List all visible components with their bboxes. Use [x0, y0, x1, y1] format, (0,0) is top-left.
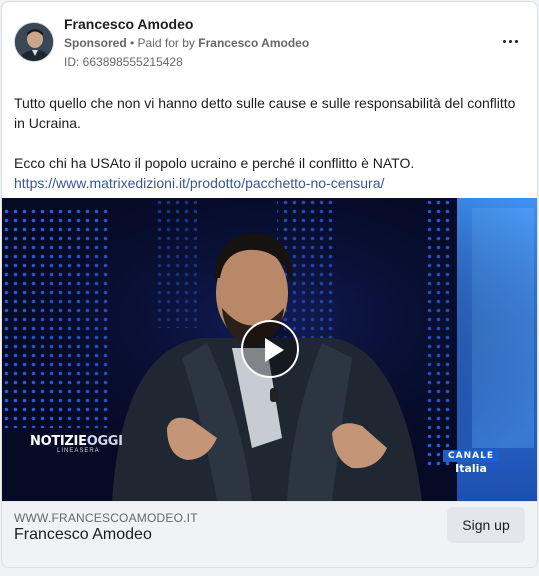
channel-logo-top: CANALE — [443, 450, 499, 462]
post-paragraph-1: Tutto quello che non vi hanno detto sull… — [14, 95, 516, 131]
channel-logo-bottom: Italia — [455, 462, 487, 475]
post-link[interactable]: https://www.matrixedizioni.it/prodotto/p… — [14, 175, 384, 191]
avatar[interactable] — [14, 22, 54, 62]
show-logo-part1: NOTIZIE — [30, 434, 87, 449]
more-options-icon[interactable] — [497, 30, 523, 52]
show-logo: NOTIZIEOGGI — [30, 434, 123, 449]
ad-card: Francesco Amodeo Sponsored • Paid for by… — [1, 1, 538, 568]
sign-up-button[interactable]: Sign up — [447, 507, 525, 543]
link-domain: WWW.FRANCESCOAMODEO.IT — [14, 511, 198, 525]
link-footer[interactable]: WWW.FRANCESCOAMODEO.IT Francesco Amodeo … — [2, 501, 537, 567]
page-name[interactable]: Francesco Amodeo — [64, 16, 193, 32]
paid-for-prefix: • Paid for by — [130, 36, 195, 50]
ad-header: Francesco Amodeo Sponsored • Paid for by… — [2, 2, 537, 78]
post-paragraph-2: Ecco chi ha USAto il popolo ucraino e pe… — [14, 155, 415, 171]
sponsored-label: Sponsored — [64, 36, 127, 50]
channel-logo: CANALE Italia — [443, 450, 499, 476]
show-logo-part2: OGGI — [86, 434, 123, 449]
sponsored-line: Sponsored • Paid for by Francesco Amodeo — [64, 36, 309, 50]
link-title[interactable]: Francesco Amodeo — [14, 526, 152, 544]
play-icon[interactable] — [241, 320, 299, 378]
show-logo-sub: LINEASERA — [57, 448, 100, 454]
paid-for-name: Francesco Amodeo — [198, 36, 310, 50]
video-player[interactable]: NOTIZIEOGGI LINEASERA CANALE Italia — [2, 198, 537, 501]
ad-id: ID: 663898555215428 — [64, 55, 183, 69]
post-text: Tutto quello che non vi hanno detto sull… — [14, 93, 529, 193]
